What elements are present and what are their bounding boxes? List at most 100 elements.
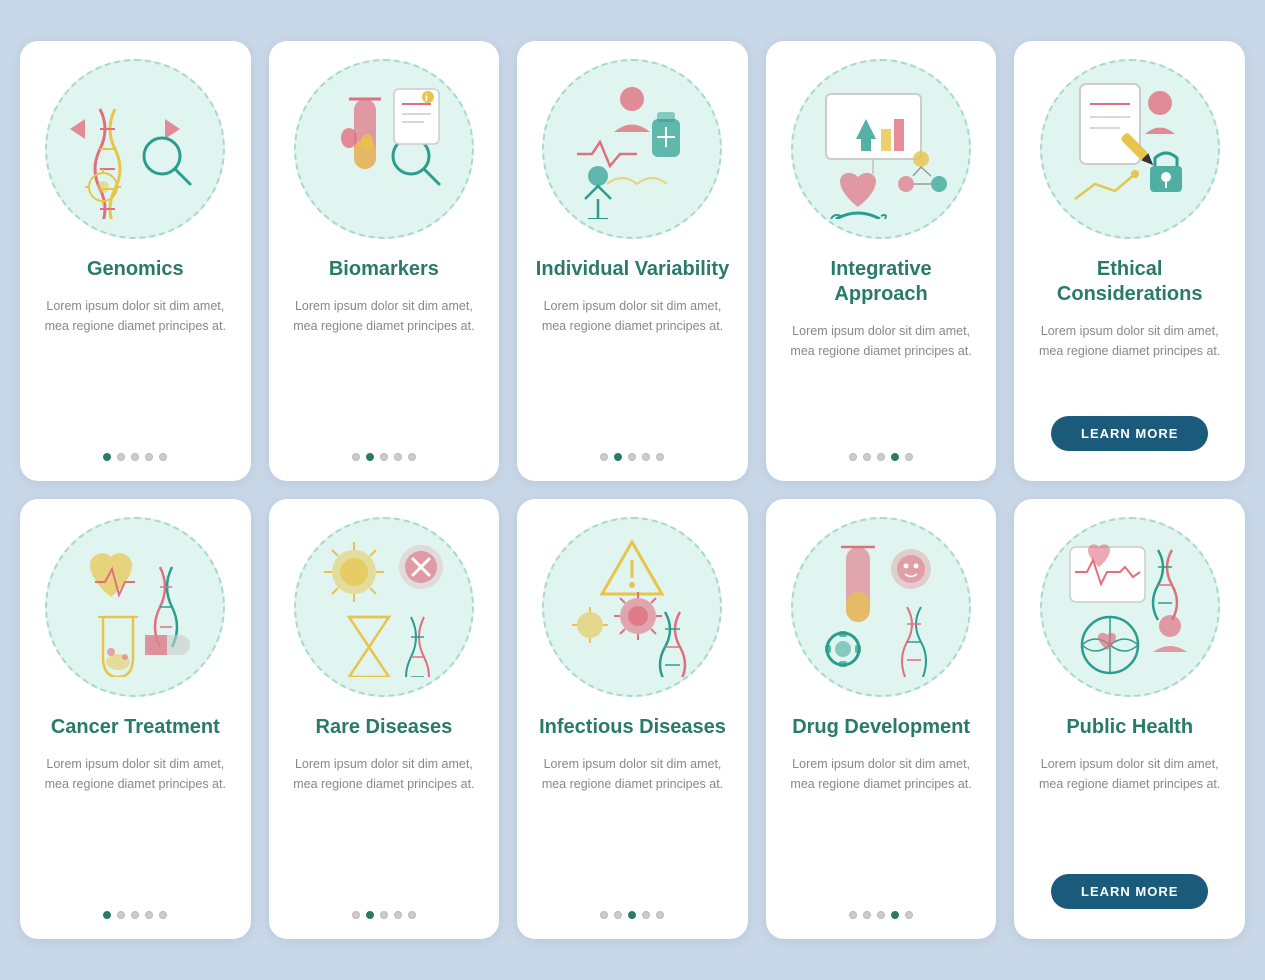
infectious-diseases-icon-area (542, 517, 722, 697)
individual-variability-title: Individual Variability (536, 257, 729, 282)
card-genomics: Genomics Lorem ipsum dolor sit dim amet,… (20, 41, 251, 481)
cancer-treatment-title: Cancer Treatment (51, 715, 220, 740)
dot[interactable] (352, 453, 360, 461)
drug-development-footer (782, 911, 981, 919)
dot[interactable] (877, 453, 885, 461)
public-health-footer: LEarN MoRE (1030, 874, 1229, 919)
dot[interactable] (614, 911, 622, 919)
public-health-learn-more-button[interactable]: LEarN MoRE (1051, 874, 1208, 909)
card-infectious-diseases: Infectious Diseases Lorem ipsum dolor si… (517, 499, 748, 939)
genomics-dots (103, 453, 167, 461)
dot[interactable] (366, 911, 374, 919)
dot[interactable] (145, 453, 153, 461)
dot[interactable] (891, 911, 899, 919)
dot[interactable] (642, 911, 650, 919)
dot[interactable] (366, 453, 374, 461)
ethical-learn-more-button[interactable]: LEARN MORE (1051, 416, 1208, 451)
individual-variability-footer (533, 453, 732, 461)
dot[interactable] (863, 911, 871, 919)
integrative-approach-icon-area (791, 59, 971, 239)
rare-diseases-icon-area (294, 517, 474, 697)
svg-text:i: i (425, 93, 428, 104)
dot[interactable] (877, 911, 885, 919)
rare-diseases-dots (352, 911, 416, 919)
biomarkers-title: Biomarkers (329, 257, 439, 282)
dot[interactable] (131, 911, 139, 919)
dot[interactable] (905, 453, 913, 461)
biomarkers-icon-area: i (294, 59, 474, 239)
biomarkers-icon: i (314, 79, 454, 219)
card-ethical-considerations: Ethical Considerations Lorem ipsum dolor… (1014, 41, 1245, 481)
cancer-treatment-footer (36, 911, 235, 919)
dot[interactable] (394, 911, 402, 919)
dot[interactable] (145, 911, 153, 919)
dot[interactable] (380, 911, 388, 919)
dot[interactable] (863, 453, 871, 461)
genomics-icon-area (45, 59, 225, 239)
infectious-diseases-dots (600, 911, 664, 919)
integrative-approach-icon (811, 79, 951, 219)
dot[interactable] (891, 453, 899, 461)
integrative-approach-body: Lorem ipsum dolor sit dim amet, mea regi… (782, 321, 981, 439)
dot[interactable] (849, 453, 857, 461)
dot[interactable] (905, 911, 913, 919)
card-cancer-treatment: Cancer Treatment Lorem ipsum dolor sit d… (20, 499, 251, 939)
card-public-health: Public Health Lorem ipsum dolor sit dim … (1014, 499, 1245, 939)
dot[interactable] (159, 453, 167, 461)
ethical-considerations-body: Lorem ipsum dolor sit dim amet, mea regi… (1030, 321, 1229, 402)
rare-diseases-body: Lorem ipsum dolor sit dim amet, mea regi… (285, 754, 484, 897)
dot[interactable] (352, 911, 360, 919)
cancer-treatment-icon-area (45, 517, 225, 697)
dot[interactable] (408, 453, 416, 461)
infectious-diseases-footer (533, 911, 732, 919)
drug-development-icon-area (791, 517, 971, 697)
drug-development-body: Lorem ipsum dolor sit dim amet, mea regi… (782, 754, 981, 897)
cancer-treatment-dots (103, 911, 167, 919)
rare-diseases-footer (285, 911, 484, 919)
dot[interactable] (628, 453, 636, 461)
drug-development-title: Drug Development (792, 715, 970, 740)
card-rare-diseases: Rare Diseases Lorem ipsum dolor sit dim … (269, 499, 500, 939)
dot[interactable] (159, 911, 167, 919)
dot[interactable] (656, 453, 664, 461)
individual-variability-dots (600, 453, 664, 461)
dot[interactable] (117, 453, 125, 461)
public-health-icon-area (1040, 517, 1220, 697)
drug-development-icon (811, 537, 951, 677)
dot[interactable] (600, 911, 608, 919)
dot[interactable] (408, 911, 416, 919)
public-health-body: Lorem ipsum dolor sit dim amet, mea regi… (1030, 754, 1229, 860)
biomarkers-dots (352, 453, 416, 461)
dot[interactable] (380, 453, 388, 461)
dot[interactable] (600, 453, 608, 461)
ethical-considerations-icon-area (1040, 59, 1220, 239)
dot[interactable] (614, 453, 622, 461)
genomics-footer (36, 453, 235, 461)
ethical-considerations-footer: LEARN MORE (1030, 416, 1229, 461)
genomics-body: Lorem ipsum dolor sit dim amet, mea regi… (36, 296, 235, 439)
ethical-considerations-icon (1060, 79, 1200, 219)
infectious-diseases-body: Lorem ipsum dolor sit dim amet, mea regi… (533, 754, 732, 897)
card-individual-variability: Individual Variability Lorem ipsum dolor… (517, 41, 748, 481)
card-drug-development: Drug Development Lorem ipsum dolor sit d… (766, 499, 997, 939)
dot[interactable] (849, 911, 857, 919)
card-integrative-approach: Integrative Approach Lorem ipsum dolor s… (766, 41, 997, 481)
dot[interactable] (656, 911, 664, 919)
integrative-approach-dots (849, 453, 913, 461)
dot[interactable] (394, 453, 402, 461)
dot[interactable] (628, 911, 636, 919)
individual-variability-icon (562, 79, 702, 219)
dot[interactable] (103, 911, 111, 919)
card-biomarkers: i Biomarkers Lorem ipsum dolor sit dim a… (269, 41, 500, 481)
genomics-title: Genomics (87, 257, 184, 282)
public-health-title: Public Health (1066, 715, 1193, 740)
dot[interactable] (642, 453, 650, 461)
cards-grid: Genomics Lorem ipsum dolor sit dim amet,… (20, 41, 1245, 939)
biomarkers-body: Lorem ipsum dolor sit dim amet, mea regi… (285, 296, 484, 439)
infectious-diseases-icon (562, 537, 702, 677)
rare-diseases-icon (314, 537, 454, 677)
dot[interactable] (131, 453, 139, 461)
dot[interactable] (103, 453, 111, 461)
individual-variability-body: Lorem ipsum dolor sit dim amet, mea regi… (533, 296, 732, 439)
dot[interactable] (117, 911, 125, 919)
